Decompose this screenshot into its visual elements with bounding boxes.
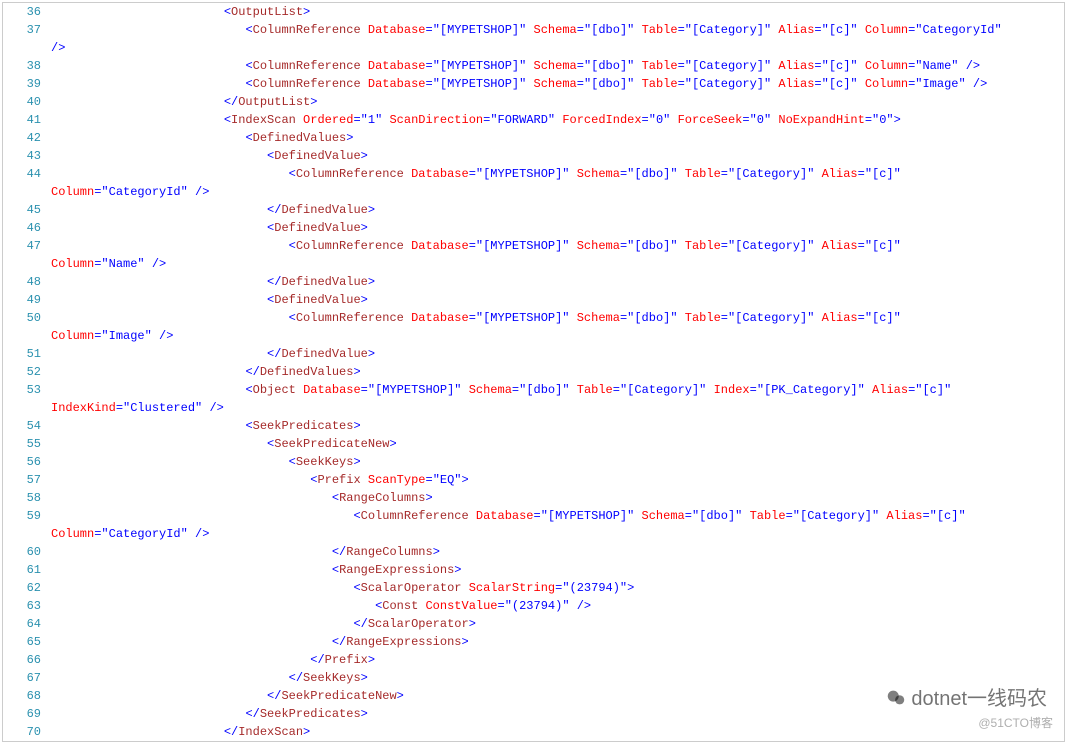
code-line: IndexKind="Clustered" /> [51, 399, 1064, 417]
code-line: <DefinedValue> [51, 219, 1064, 237]
code-line: </OutputList> [51, 93, 1064, 111]
line-number: 53 [3, 381, 41, 399]
line-number: 58 [3, 489, 41, 507]
code-line: <RangeColumns> [51, 489, 1064, 507]
line-number: 52 [3, 363, 41, 381]
line-number: 51 [3, 345, 41, 363]
line-number: 67 [3, 669, 41, 687]
line-number: 64 [3, 615, 41, 633]
code-line: <ColumnReference Database="[MYPETSHOP]" … [51, 507, 1064, 525]
line-number: 61 [3, 561, 41, 579]
code-line: </RangeExpressions> [51, 633, 1064, 651]
line-number: 56 [3, 453, 41, 471]
line-number: 36 [3, 3, 41, 21]
code-line: </DefinedValue> [51, 345, 1064, 363]
code-line: </RangeColumns> [51, 543, 1064, 561]
line-number: 45 [3, 201, 41, 219]
line-number: 69 [3, 705, 41, 723]
code-line: <ColumnReference Database="[MYPETSHOP]" … [51, 21, 1064, 39]
line-number: 39 [3, 75, 41, 93]
code-line: <RangeExpressions> [51, 561, 1064, 579]
line-number: 44 [3, 165, 41, 183]
line-number: 59 [3, 507, 41, 525]
line-number: 41 [3, 111, 41, 129]
code-line: </DefinedValue> [51, 201, 1064, 219]
code-line: <Prefix ScanType="EQ"> [51, 471, 1064, 489]
code-line: /> [51, 39, 1064, 57]
code-line: Column="CategoryId" /> [51, 183, 1064, 201]
line-number: 62 [3, 579, 41, 597]
line-number: 55 [3, 435, 41, 453]
code-line: </DefinedValue> [51, 273, 1064, 291]
code-line: <OutputList> [51, 3, 1064, 21]
code-line: </DefinedValues> [51, 363, 1064, 381]
line-number: 48 [3, 273, 41, 291]
code-line: <Object Database="[MYPETSHOP]" Schema="[… [51, 381, 1064, 399]
line-number: 47 [3, 237, 41, 255]
line-number: 37 [3, 21, 41, 39]
line-number: 49 [3, 291, 41, 309]
code-line: Column="Name" /> [51, 255, 1064, 273]
code-line: <ColumnReference Database="[MYPETSHOP]" … [51, 57, 1064, 75]
line-number: 60 [3, 543, 41, 561]
code-line: </SeekPredicateNew> [51, 687, 1064, 705]
code-line: </Prefix> [51, 651, 1064, 669]
line-number: 42 [3, 129, 41, 147]
code-line: <ScalarOperator ScalarString="(23794)"> [51, 579, 1064, 597]
line-number: 70 [3, 723, 41, 741]
code-line: <DefinedValue> [51, 291, 1064, 309]
code-editor: 3637 38394041424344 454647 484950 515253 5455… [2, 2, 1065, 742]
line-number: 54 [3, 417, 41, 435]
code-line: Column="CategoryId" /> [51, 525, 1064, 543]
line-number-gutter: 3637 38394041424344 454647 484950 515253 5455… [3, 3, 47, 741]
line-number: 66 [3, 651, 41, 669]
line-number: 65 [3, 633, 41, 651]
code-line: <IndexScan Ordered="1" ScanDirection="FO… [51, 111, 1064, 129]
code-line: <DefinedValues> [51, 129, 1064, 147]
line-number: 43 [3, 147, 41, 165]
line-number: 46 [3, 219, 41, 237]
code-line: <ColumnReference Database="[MYPETSHOP]" … [51, 237, 1064, 255]
code-line: <DefinedValue> [51, 147, 1064, 165]
code-line: </IndexScan> [51, 723, 1064, 741]
line-number: 57 [3, 471, 41, 489]
code-line: <SeekPredicateNew> [51, 435, 1064, 453]
code-line: <ColumnReference Database="[MYPETSHOP]" … [51, 75, 1064, 93]
code-content[interactable]: <OutputList> <ColumnReference Database="… [47, 3, 1064, 741]
code-line: </SeekKeys> [51, 669, 1064, 687]
code-line: <ColumnReference Database="[MYPETSHOP]" … [51, 309, 1064, 327]
code-line: </SeekPredicates> [51, 705, 1064, 723]
code-line: <ColumnReference Database="[MYPETSHOP]" … [51, 165, 1064, 183]
code-line: <SeekPredicates> [51, 417, 1064, 435]
line-number: 50 [3, 309, 41, 327]
code-line: <Const ConstValue="(23794)" /> [51, 597, 1064, 615]
line-number: 38 [3, 57, 41, 75]
line-number: 63 [3, 597, 41, 615]
code-line: </ScalarOperator> [51, 615, 1064, 633]
line-number: 40 [3, 93, 41, 111]
code-line: <SeekKeys> [51, 453, 1064, 471]
line-number: 68 [3, 687, 41, 705]
code-line: Column="Image" /> [51, 327, 1064, 345]
